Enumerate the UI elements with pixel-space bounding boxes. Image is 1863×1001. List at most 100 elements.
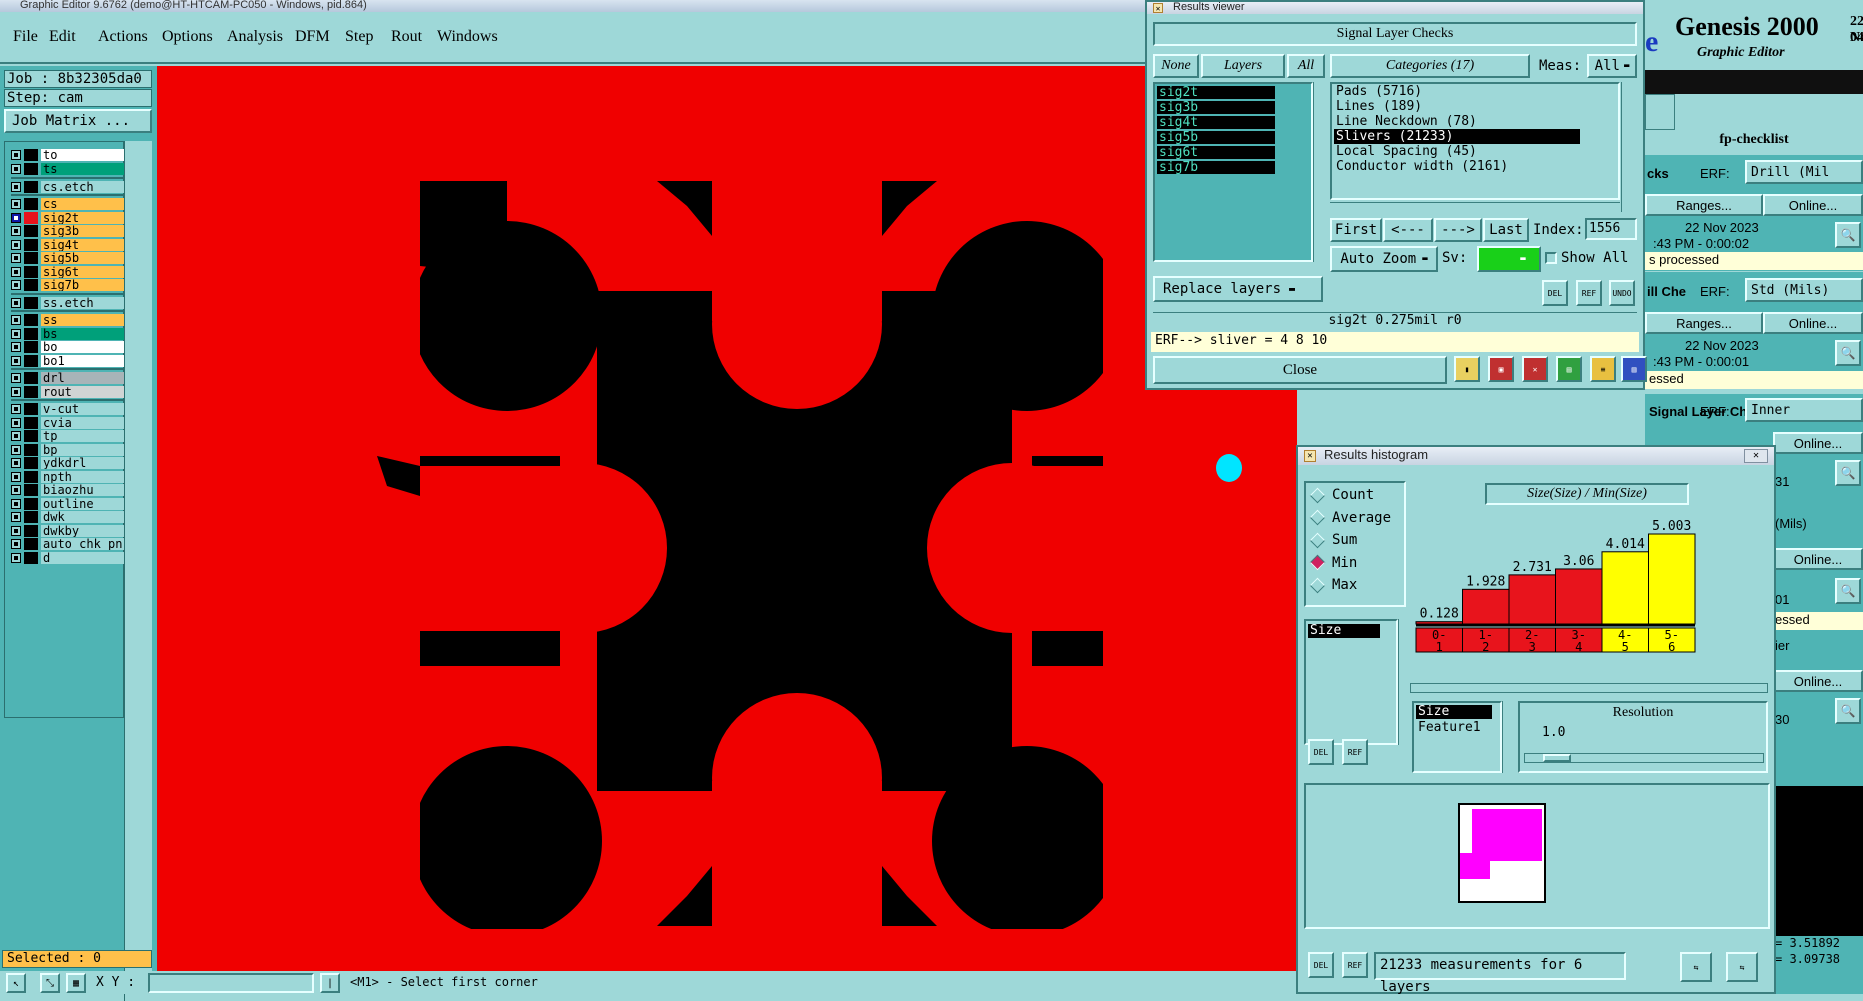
layer-checkbox[interactable]: [11, 212, 21, 223]
layer-color-swatch[interactable]: [24, 511, 38, 523]
layer-checkbox[interactable]: [11, 525, 21, 536]
erf-select[interactable]: Std (Mils): [1745, 278, 1863, 302]
layer-checkbox[interactable]: [11, 226, 21, 236]
layer-row-ts[interactable]: ts: [11, 162, 129, 176]
category-item[interactable]: Pads (5716): [1334, 84, 1616, 99]
layer-row-sig5b[interactable]: sig5b: [11, 251, 129, 265]
attribute-item[interactable]: Size: [1308, 624, 1380, 638]
layer-results-scrollbar[interactable]: [1313, 82, 1327, 262]
layer-row-ss.etch[interactable]: ss.etch: [11, 296, 129, 310]
layer-name[interactable]: sig4t: [41, 238, 129, 251]
layer-row-cs[interactable]: cs: [11, 197, 129, 211]
zoom-magnifier-icon[interactable]: 🔍: [1835, 578, 1861, 604]
layer-name[interactable]: ydkdrl: [41, 457, 129, 469]
layer-checkbox[interactable]: [11, 253, 21, 263]
layer-name[interactable]: cvia: [41, 416, 129, 429]
window-close-icon[interactable]: ✕: [1744, 449, 1768, 463]
first-button[interactable]: First: [1330, 218, 1382, 242]
category-list[interactable]: Pads (5716) Lines (189) Line Neckdown (78)…: [1330, 82, 1620, 200]
layer-color-swatch[interactable]: [24, 551, 38, 564]
layer-row-bo[interactable]: bo: [11, 340, 129, 354]
replace-layers-menu[interactable]: Replace layers ▬: [1153, 276, 1323, 302]
layer-row-cs.etch[interactable]: cs.etch: [11, 180, 129, 194]
category-item[interactable]: Lines (189): [1334, 99, 1616, 114]
ref-icon[interactable]: REF: [1576, 280, 1602, 306]
layer-color-swatch[interactable]: [24, 443, 38, 456]
slider-thumb[interactable]: [1543, 754, 1571, 762]
mode-radio-max[interactable]: Max: [1309, 577, 1357, 593]
attribute-list[interactable]: Size: [1304, 619, 1398, 745]
window-close-icon[interactable]: ✕: [1153, 3, 1163, 13]
layer-list-scrollbar[interactable]: [124, 141, 152, 1001]
layer-name[interactable]: auto_chk_pn: [41, 538, 129, 550]
notes-icon[interactable]: ≡: [1590, 356, 1616, 382]
feature-item[interactable]: Feature1: [1416, 721, 1498, 735]
layer-color-swatch[interactable]: [24, 538, 38, 550]
layer-checkbox[interactable]: [11, 552, 21, 563]
layer-color-swatch[interactable]: [24, 341, 38, 353]
layer-checkbox[interactable]: [11, 355, 21, 366]
layer-color-swatch[interactable]: [24, 252, 38, 264]
layer-color-swatch[interactable]: [24, 149, 38, 161]
layer-row-v-cut[interactable]: v-cut: [11, 402, 129, 416]
layer-name[interactable]: bo1: [41, 354, 129, 367]
categories-button[interactable]: Categories (17): [1330, 54, 1530, 78]
layers-button[interactable]: Layers: [1201, 54, 1285, 78]
layer-color-swatch[interactable]: [24, 238, 38, 251]
ref-icon[interactable]: REF: [1342, 952, 1368, 978]
layer-row-drl[interactable]: drl: [11, 371, 129, 385]
layer-row-d[interactable]: d: [11, 551, 129, 565]
show-all-checkbox[interactable]: [1545, 252, 1557, 264]
chart-hscrollbar[interactable]: [1410, 683, 1768, 693]
attribute-scrollbar[interactable]: [1398, 619, 1410, 745]
layer-row-sig7b[interactable]: sig7b: [11, 278, 129, 292]
ranges-button[interactable]: Ranges...: [1645, 194, 1763, 216]
layer-name[interactable]: d: [41, 551, 129, 564]
layer-checkbox[interactable]: [11, 315, 21, 325]
export-icon[interactable]: ⇆: [1680, 952, 1712, 982]
histogram-icon[interactable]: ▥: [1621, 356, 1647, 382]
layer-name[interactable]: drl: [41, 372, 129, 384]
layer-color-swatch[interactable]: [24, 484, 38, 496]
layer-color-swatch[interactable]: [24, 416, 38, 429]
layer-name[interactable]: sig3b: [41, 225, 129, 237]
job-matrix-button[interactable]: Job Matrix ...: [4, 109, 152, 133]
del-icon[interactable]: DEL: [1308, 952, 1334, 978]
select-none-button[interactable]: None: [1153, 54, 1199, 78]
layer-name[interactable]: cs.etch: [41, 180, 129, 193]
layer-checkbox[interactable]: [11, 297, 21, 308]
layer-color-swatch[interactable]: [24, 385, 38, 398]
select-tool-icon[interactable]: ↖: [6, 973, 26, 993]
layer-color-swatch[interactable]: [24, 314, 38, 326]
layer-name[interactable]: biaozhu: [41, 484, 129, 496]
layer-checkbox[interactable]: [11, 404, 21, 414]
grid-tool-icon[interactable]: ▦: [66, 973, 86, 993]
menu-step[interactable]: Step: [345, 28, 373, 46]
layer-row-auto_chk_pn[interactable]: auto_chk_pn: [11, 537, 129, 551]
layer-name[interactable]: ss.etch: [41, 296, 129, 309]
layer-checkbox[interactable]: [11, 328, 21, 339]
category-item[interactable]: Line Neckdown (78): [1334, 114, 1616, 129]
layer-name[interactable]: v-cut: [41, 403, 129, 415]
menu-dfm[interactable]: DFM: [295, 28, 330, 46]
layer-checkbox[interactable]: [11, 471, 21, 482]
select-all-button[interactable]: All: [1287, 54, 1325, 78]
layer-row-cvia[interactable]: cvia: [11, 416, 129, 430]
meas-select[interactable]: All ▬: [1587, 54, 1637, 78]
layer-checkbox[interactable]: [11, 239, 21, 250]
category-hscrollbar[interactable]: [1330, 202, 1620, 212]
layer-row-sig4t[interactable]: sig4t: [11, 238, 129, 252]
layer-row-dwkby[interactable]: dwkby: [11, 524, 129, 538]
del-icon[interactable]: DEL: [1308, 739, 1334, 765]
layer-row-bo1[interactable]: bo1: [11, 354, 129, 368]
result-layer-item[interactable]: sig2t: [1157, 86, 1275, 99]
film-icon[interactable]: ▣: [1488, 356, 1514, 382]
layer-row-biaozhu[interactable]: biaozhu: [11, 483, 129, 497]
layer-name[interactable]: bp: [41, 443, 129, 456]
layer-color-swatch[interactable]: [24, 296, 38, 309]
layer-checkbox[interactable]: [11, 485, 21, 495]
layer-checkbox[interactable]: [11, 164, 21, 174]
mode-radio-average[interactable]: Average: [1309, 510, 1391, 526]
category-item[interactable]: Slivers (21233): [1334, 129, 1580, 144]
layer-checkbox[interactable]: [11, 386, 21, 397]
